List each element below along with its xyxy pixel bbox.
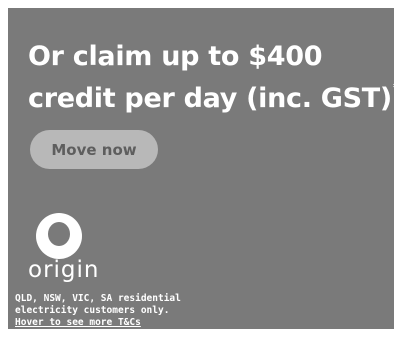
headline-line-2: credit per day (inc. GST)* — [28, 75, 394, 117]
move-now-button[interactable]: Move now — [30, 130, 158, 169]
headline: Or claim up to $400 credit per day (inc.… — [28, 38, 394, 117]
disclaimer-line-2: electricity customers only. — [15, 305, 170, 316]
ad-banner[interactable]: Or claim up to $400 credit per day (inc.… — [8, 8, 394, 329]
headline-line-2-text: credit per day (inc. GST) — [28, 83, 392, 114]
disclaimer-line-1: QLD, NSW, VIC, SA residential — [15, 293, 181, 304]
tcs-link[interactable]: Hover to see more T&Cs — [15, 317, 141, 328]
brand-wordmark: origin — [28, 257, 100, 283]
origin-logo: origin — [28, 213, 100, 288]
footnote-mark: * — [393, 81, 394, 94]
disclaimer: QLD, NSW, VIC, SA residential electricit… — [15, 293, 265, 317]
origin-logo-icon — [36, 213, 82, 259]
headline-line-1: Or claim up to $400 — [28, 41, 323, 72]
